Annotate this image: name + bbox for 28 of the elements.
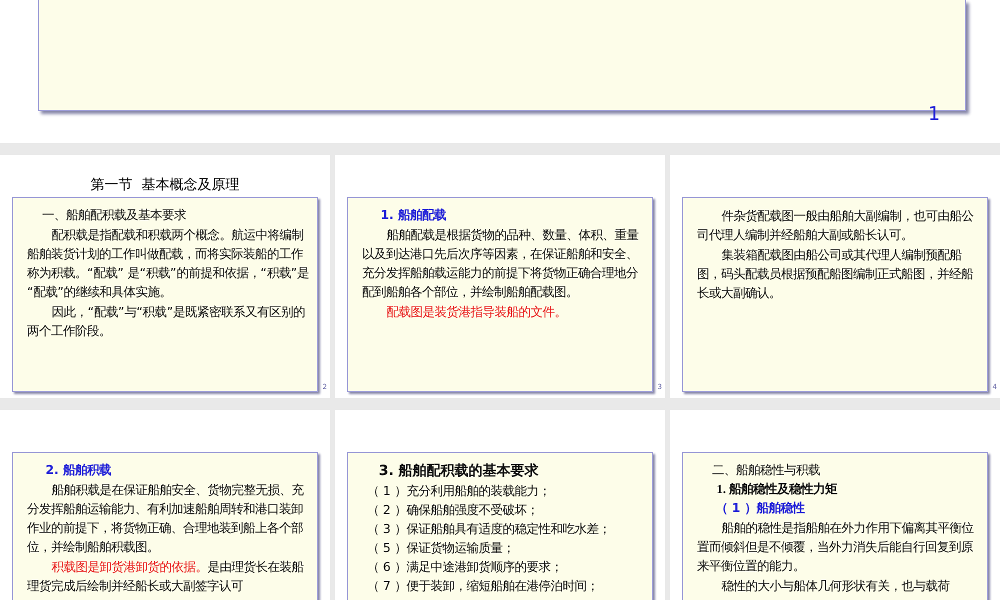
sub-heading: 1. 船舶稳性及稳性力矩 (716, 481, 838, 498)
paragraph: 配载图是装货港指导装船的文件。 (386, 304, 568, 321)
slide-title: 第一节 基本概念及原理 (90, 176, 240, 195)
paragraph: 配积载是指配载和积载两个概念。航运中将编制船舶装货计划的工作叫做配载，而将实际装船的工作称为积载。“配载” 是“积载”的前提和依据，“积载”是 “配载”的继续和具体实施。 (27, 227, 310, 301)
paragraph: 因此，“配载”与“积载”是既紧密联系又有区别的两个工作阶段。 (27, 304, 306, 340)
list-item: （ 6 ）满足中途港卸货顺序的要求； (366, 559, 564, 576)
list-item: （ 2 ）确保船舶强度不受破坏； (366, 502, 540, 519)
paragraph: 集装箱配载图由船公司或其代理人编制预配船图，码头配载员根据预配船图编制正式船图，并经船长或大副确认。 (697, 247, 974, 302)
numbered-heading: 2. 船舶积载 (44, 462, 112, 479)
slide-thumbnail[interactable]: 二、船舶稳性与积载 1. 船舶稳性及稳性力矩 （ 1 ）船舶稳性 船舶的稳性是指船舶在外力作用下偏离其平衡位置而倾斜但是不倾覆，当外力消失后能自行回复到原来平衡位置的能力。 稳性的大小与船体几何形状有关，也与载荷 (670, 410, 1000, 600)
paragraph: 稳性的大小与船体几何形状有关，也与载荷 (720, 578, 951, 595)
page-number: 1 (928, 103, 940, 125)
list-item: （ 7 ）便于装卸，缩短船舶在港停泊时间； (366, 578, 600, 595)
list-item: （ 3 ）保证船舶具有适度的稳定性和吃水差； (366, 521, 612, 538)
slide-heading: 3. 船舶配积载的基本要求 (378, 462, 540, 481)
paragraph: 件杂货配载图一般由船舶大副编制，也可由船公司代理人编制并经船舶大副或船长认可。 (697, 208, 975, 244)
slide-thumbnail[interactable]: 3. 船舶配积载的基本要求 （ 1 ）充分利用船舶的装载能力； （ 2 ）确保船舶强度不受破坏； （ 3 ）保证船舶具有适度的稳定性和吃水差； （ 5 ）保证货物运输质量； （ 6 ）满足中途港卸货顺序的要求； （ 7 ）便于装卸，缩短船舶在港停泊时间； (335, 410, 665, 600)
paragraph: 船舶积载是在保证船舶安全、货物完整无损、充分发挥船舶运输能力、有利加速船舶周转和港口装卸作业的前提下，将货物正确、合理地装到船上各个部位，并绘制船舶积载图。 (27, 482, 305, 556)
section-heading: 一、船舶配积载及基本要求 (40, 207, 187, 224)
list-item: （ 1 ）充分利用船舶的装载能力； (366, 483, 552, 500)
paragraph: 积载图是卸货港卸货的依据。是由理货长在装船理货完成后绘制并经船长或大副签字认可 (27, 559, 305, 595)
list-item: （ 5 ）保证货物运输质量； (366, 540, 516, 557)
slide-thumbnail[interactable]: 2. 船舶积载 船舶积载是在保证船舶安全、货物完整无损、充分发挥船舶运输能力、有利加速船舶周转和港口装卸作业的前提下，将货物正确、合理地装到船上各个部位，并绘制船舶积载图。 积载图是卸货港卸货的依据。是由理货长在装船理货完成后绘制并经船长或大副签字认可 (0, 410, 330, 600)
paragraph: 船舶的稳性是指船舶在外力作用下偏离其平衡位置而倾斜但是不倾覆，当外力消失后能自行回复到原来平衡位置的能力。 (697, 520, 975, 575)
section-heading: 二、船舶稳性与积载 (710, 462, 821, 479)
numbered-heading: （ 1 ）船舶稳性 (714, 500, 806, 517)
paragraph: 船舶配载是根据货物的品种、数量、体积、重量以及到达港口先后次序等因素，在保证船舶和安全、充分发挥船舶载运能力的前提下将货物正确合理地分配到船舶各个部位，并绘制船舶配载图。 (362, 227, 640, 301)
numbered-heading: 1. 船舶配载 (379, 207, 448, 224)
